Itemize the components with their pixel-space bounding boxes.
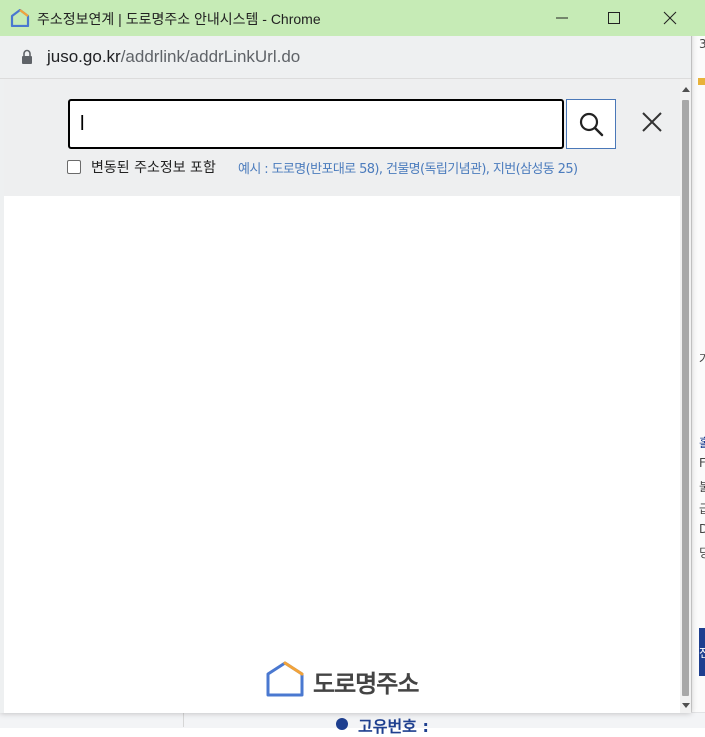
background-text: 3 — [699, 37, 705, 51]
close-window-button[interactable] — [647, 0, 693, 36]
background-divider — [691, 0, 692, 727]
url-text: juso.go.kr/addrlink/addrLinkUrl.do — [47, 47, 300, 67]
minimize-icon — [556, 17, 568, 19]
close-window-icon — [663, 11, 677, 25]
scroll-down-icon[interactable] — [681, 700, 691, 710]
background-text: 불 — [699, 480, 705, 494]
include-changed-address-label[interactable]: 변동된 주소정보 포함 — [91, 157, 216, 177]
scrollbar-thumb[interactable] — [682, 100, 689, 696]
search-example-text: 예시 : 도로명(반포대로 58), 건물명(독립기념관), 지번(삼성동 25… — [238, 162, 578, 177]
background-divider — [183, 712, 184, 727]
background-text: 급 — [699, 502, 705, 516]
close-popup-button[interactable] — [633, 103, 671, 141]
address-search-input[interactable] — [68, 99, 564, 149]
background-footer — [0, 712, 705, 728]
background-footer-text: 고유번호 : — [358, 717, 429, 736]
minimize-button[interactable] — [539, 0, 585, 36]
url-path: /addrlink/addrLinkUrl.do — [120, 47, 301, 66]
scroll-up-icon[interactable] — [681, 85, 691, 95]
maximize-icon — [608, 12, 620, 24]
search-icon — [579, 112, 604, 137]
background-bullet-icon — [336, 718, 348, 730]
background-text: D — [699, 522, 705, 536]
background-marker — [698, 78, 705, 85]
include-changed-address-checkbox[interactable] — [67, 160, 81, 174]
background-text: F — [699, 456, 705, 470]
background-text[interactable]: 홀 — [699, 434, 705, 451]
background-text: 딩 — [699, 546, 705, 560]
url-host: juso.go.kr — [47, 47, 121, 66]
address-bar[interactable]: juso.go.kr/addrlink/addrLinkUrl.do — [0, 36, 691, 79]
close-icon — [642, 112, 662, 132]
logo-text: 도로명주소 — [313, 670, 419, 698]
site-favicon-icon — [10, 9, 30, 27]
background-text: 거 — [699, 352, 705, 366]
background-button[interactable]: 전 — [699, 628, 705, 676]
search-button[interactable] — [566, 99, 616, 149]
lock-icon — [22, 49, 32, 64]
background-button-label: 전 — [699, 646, 705, 660]
window-title: 주소정보연계 | 도로명주소 안내시스템 - Chrome — [37, 11, 321, 27]
logo-icon — [266, 661, 304, 697]
maximize-button[interactable] — [591, 0, 637, 36]
